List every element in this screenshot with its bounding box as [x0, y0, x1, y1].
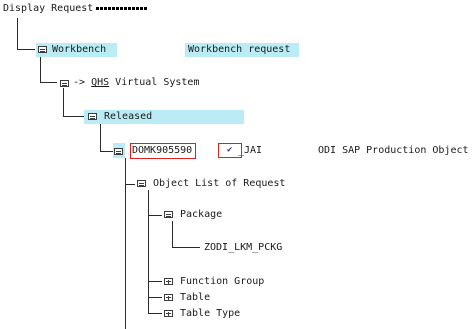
released-label[interactable]: Released [104, 111, 152, 122]
package-node-icon[interactable] [164, 278, 173, 285]
folder-node-icon[interactable] [164, 211, 173, 218]
title-text: Display Request [3, 3, 94, 14]
tree-connector [148, 313, 162, 314]
tree-connector [148, 190, 149, 314]
package-node-icon[interactable] [164, 310, 173, 317]
item-table[interactable]: Table [180, 292, 210, 303]
tree-connector [172, 247, 200, 248]
tree-connector [172, 221, 173, 247]
package-node-icon[interactable] [164, 294, 173, 301]
folder-node-icon[interactable] [137, 180, 146, 187]
folder-node-icon[interactable] [114, 148, 123, 155]
tree-connector [125, 184, 135, 185]
request-description: ODI SAP Production Object [318, 145, 469, 156]
item-function-group[interactable]: Function Group [180, 276, 264, 287]
tree-connector [17, 49, 35, 50]
tree-connector [40, 55, 41, 82]
tree-connector [100, 151, 113, 152]
package-label[interactable]: Package [180, 209, 222, 220]
folder-node-icon[interactable] [38, 46, 47, 53]
page-title: Display Request [3, 3, 149, 14]
folder-node-icon[interactable] [60, 80, 69, 87]
tree-connector [148, 215, 162, 216]
workbench-description: Workbench request [188, 44, 291, 55]
request-owner: _JAI [238, 145, 263, 156]
tree-connector [63, 88, 64, 116]
check-icon[interactable]: ✔ [227, 145, 232, 155]
system-arrow: -> [73, 77, 86, 88]
tree-connector [63, 116, 84, 117]
tree-connector [148, 281, 162, 282]
item-table-type[interactable]: Table Type [180, 308, 240, 319]
redacted-request-id [96, 6, 149, 10]
tree-connector [100, 122, 101, 151]
system-suffix: Virtual System [115, 77, 200, 88]
system-row[interactable]: -> QHS Virtual System [73, 77, 199, 88]
workbench-label[interactable]: Workbench [52, 44, 106, 55]
request-id[interactable]: DOMK905590 [132, 145, 192, 156]
system-code[interactable]: QHS [91, 77, 109, 88]
tree-connector [17, 18, 18, 49]
tree-connector [148, 297, 162, 298]
folder-node-icon[interactable] [88, 113, 97, 120]
object-list-label[interactable]: Object List of Request [153, 178, 285, 189]
tree-connector [40, 82, 57, 83]
package-name[interactable]: ZODI_LKM_PCKG [204, 242, 282, 253]
